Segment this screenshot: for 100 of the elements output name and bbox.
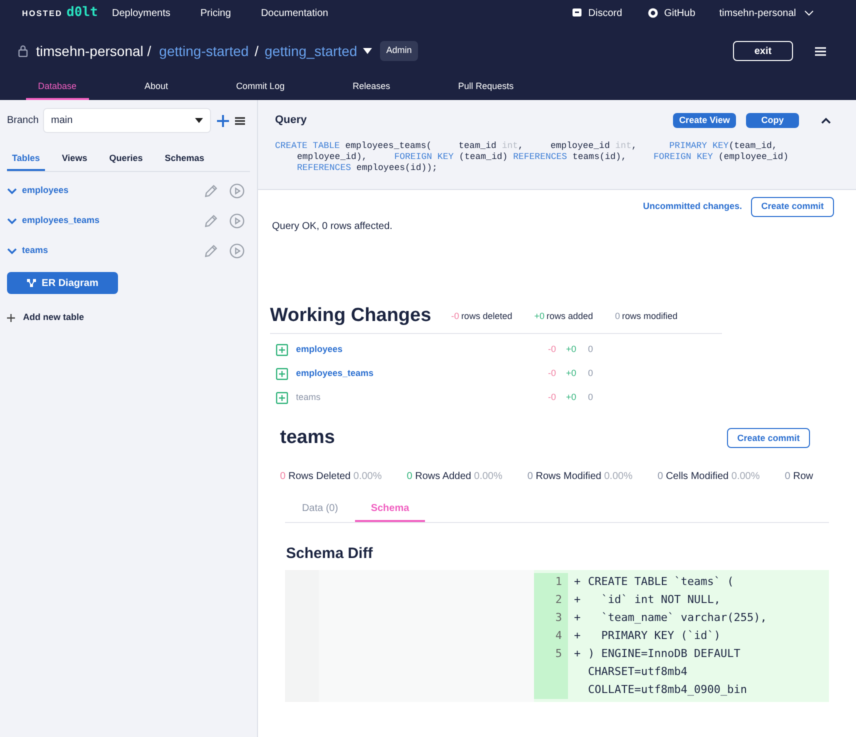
caret-icon[interactable] [363,48,372,54]
plus-icon [7,314,15,322]
create-commit-button[interactable]: Create commit [727,428,810,448]
deleted-count: -0 [548,391,558,404]
sidebar-tab[interactable]: Queries [104,149,148,171]
chevron-down-icon[interactable] [7,216,17,226]
added-count: +0 [566,343,578,356]
working-changes-title: Working Changes [270,306,432,325]
diff-summary: 0 Row [784,470,814,484]
play-icon[interactable] [229,213,245,229]
pencil-icon[interactable] [203,243,219,259]
added-icon [276,344,288,356]
chat-icon[interactable] [572,8,582,18]
deleted-count: -0 [548,367,558,380]
code-line: CREATE TABLE employees_teams( team_id int, employee_id int, PRIMARY KEY(team_id, [275,140,778,152]
logo-brand[interactable]: d0lt [66,3,98,23]
nav-link[interactable]: Pricing [200,6,231,20]
exit-button[interactable]: exit [733,41,793,61]
added-icon [276,368,288,380]
stat-value: +0 [534,310,544,322]
line-number: 3 [534,609,568,627]
added-count: +0 [566,391,578,404]
table-link[interactable]: employees_teams [22,214,203,228]
sidebar-tab[interactable]: Tables [7,149,45,171]
added-icon [276,392,288,404]
nav-tab[interactable]: Pull Requests [446,76,526,100]
nav-link[interactable]: Documentation [260,6,328,20]
diff-marker: + [574,610,582,626]
schema-diff-title: Schema Diff [286,544,373,564]
changed-table-link[interactable]: employees_teams [296,367,548,381]
modified-count: 0 [588,367,594,380]
stat-label: rows modified [622,310,678,322]
path-separator: / [254,42,259,60]
line-number: 5 [534,645,568,699]
line-number: 4 [534,627,568,645]
role-badge: Admin [380,41,418,61]
changed-table-link[interactable]: employees [296,343,548,357]
stat-value: 0 [615,310,620,322]
copy-button[interactable]: Copy [746,112,799,128]
uncommitted-text: Uncommitted changes. [642,200,742,214]
diff-marker: + [574,646,582,662]
diff-summary: 0 Rows Deleted 0.00% [280,470,382,484]
chevron-down-icon[interactable] [7,246,17,256]
create-view-button[interactable]: Create View [673,112,736,128]
sidebar-tab[interactable]: Views [56,149,92,171]
caret-icon [195,118,203,123]
lock-icon [18,45,28,57]
plus-icon[interactable] [217,114,229,126]
menu-icon[interactable] [235,116,245,124]
code-line: ) ENGINE=InnoDB DEFAULT CHARSET=utf8mb4 COLLATE=utf8mb4_0900_bin [588,646,748,698]
query-result: Query OK, 0 rows affected. [272,220,392,234]
collapse-icon[interactable] [821,116,831,124]
deleted-count: -0 [548,343,558,356]
github-icon[interactable] [648,8,658,18]
sidebar-tab[interactable]: Schemas [160,149,210,171]
added-count: +0 [566,367,578,380]
diff-marker: + [574,628,582,644]
modified-count: 0 [588,343,594,356]
logo-text[interactable]: HOSTED [22,8,63,20]
branch-select[interactable]: main [43,108,211,133]
nav-link[interactable]: Discord [588,6,622,20]
nav-tab[interactable]: About [132,76,180,100]
stat-label: rows added [546,310,594,322]
stat-value: -0 [451,310,460,322]
pencil-icon[interactable] [203,183,219,199]
code-line: CREATE TABLE `teams` ( [588,574,735,590]
play-icon[interactable] [229,183,245,199]
diff-marker: + [574,592,582,608]
create-commit-button[interactable]: Create commit [751,197,834,217]
chevron-down-icon [804,10,814,16]
stat-label: rows deleted [461,310,512,322]
database-link[interactable]: getting_started [264,40,358,62]
table-link[interactable]: teams [22,244,203,258]
database-link[interactable]: getting-started [159,40,249,62]
nav-tab[interactable]: Releases [340,76,402,100]
chevron-down-icon[interactable] [7,186,17,196]
code-line: employee_id), FOREIGN KEY (team_id) REFERENCES teams(id), FOREIGN KEY (employee_id) [297,152,789,162]
table-link[interactable]: employees [22,184,203,198]
diff-marker: + [574,574,582,590]
er-diagram-button[interactable]: ER Diagram [7,272,118,294]
diff-summary: 0 Rows Modified 0.00% [527,470,632,484]
nav-link[interactable]: Deployments [112,6,170,20]
play-icon[interactable] [229,243,245,259]
branch-label: Branch [7,114,40,128]
nav-tab[interactable]: Commit Log [224,76,297,100]
add-table-button[interactable]: Add new table [7,311,250,324]
pencil-icon[interactable] [203,213,219,229]
diff-summary: 0 Rows Added 0.00% [406,470,502,484]
code-line: REFERENCES employees(id)); [297,162,438,174]
modified-count: 0 [588,391,594,404]
owner-name[interactable]: timsehn-personal / [36,40,152,62]
diagram-icon [26,279,36,287]
line-number: 1 [534,573,568,591]
user-menu[interactable]: timsehn-personal [719,6,814,20]
table-title: teams [280,426,336,450]
diff-summary: 0 Cells Modified 0.00% [657,470,760,484]
line-number: 2 [534,591,568,609]
code-line: PRIMARY KEY (`id`) [600,628,722,644]
code-line: `id` int NOT NULL, [600,592,722,608]
nav-link[interactable]: GitHub [664,6,696,20]
